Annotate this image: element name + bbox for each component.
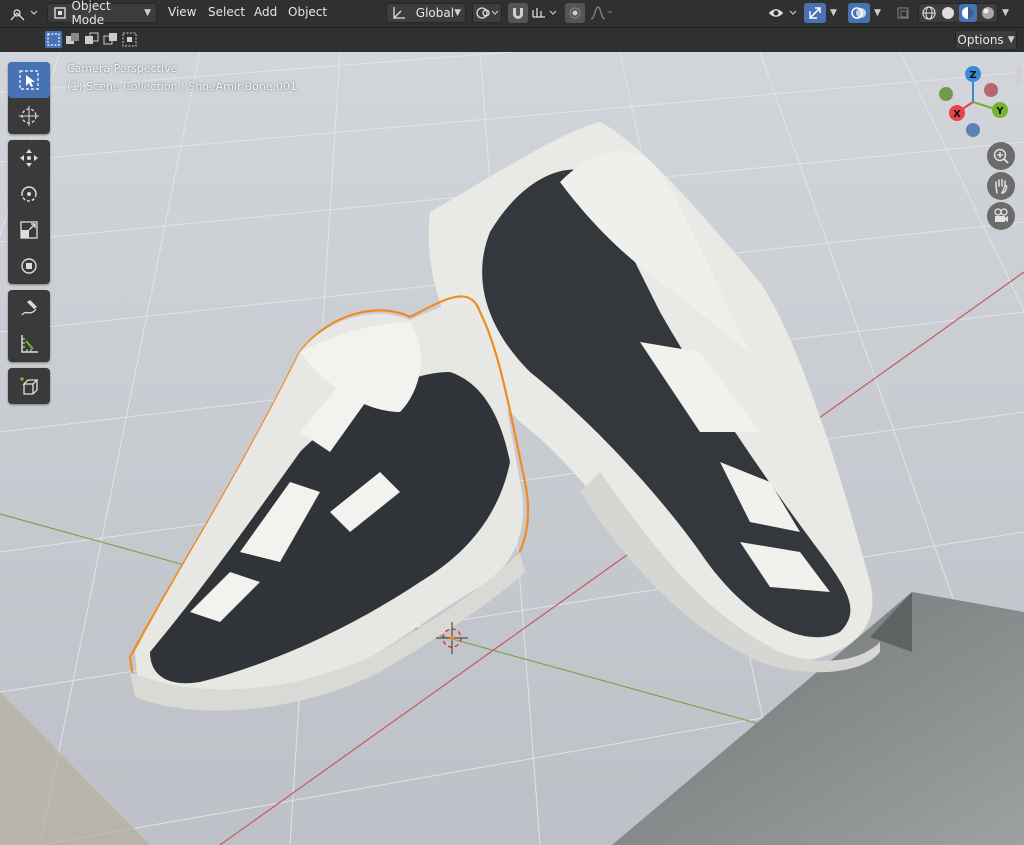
camera-view-button[interactable] xyxy=(987,202,1015,230)
zoom-button[interactable] xyxy=(987,142,1015,170)
menu-view[interactable]: View xyxy=(168,5,196,19)
falloff-curve-icon xyxy=(590,6,613,20)
gizmo-x-label: X xyxy=(953,109,961,120)
scale-icon xyxy=(20,221,38,239)
gizmo-y-label: Y xyxy=(995,106,1004,117)
wireframe-shading-icon[interactable] xyxy=(921,5,937,21)
scene-render xyxy=(0,52,1024,845)
select-intersect-icon[interactable] xyxy=(121,31,138,48)
add-cube-icon xyxy=(20,377,39,395)
gizmo-toggle[interactable] xyxy=(804,3,826,23)
transform-tool-group xyxy=(8,140,50,284)
eye-icon xyxy=(769,9,797,17)
proportional-edit-toggle[interactable] xyxy=(565,3,585,23)
shading-mode-group xyxy=(918,3,998,23)
overlay-circles-icon xyxy=(851,7,866,19)
proportional-edit-icon xyxy=(569,7,581,19)
gizmo-neg-z-handle[interactable] xyxy=(966,123,980,137)
move-icon xyxy=(20,149,38,167)
select-difference-icon[interactable] xyxy=(102,31,119,48)
pivot-point-dropdown[interactable] xyxy=(472,3,502,23)
annotate-icon xyxy=(21,300,37,316)
mode-label: Object Mode xyxy=(71,0,111,27)
selection-mode-group xyxy=(45,31,138,48)
visibility-dropdown[interactable] xyxy=(766,3,800,23)
collection-label: (1) Scene Collection | ShoeAmiriBone.001 xyxy=(67,80,298,93)
options-label: Options xyxy=(957,33,1004,47)
chevron-down-icon[interactable]: ▼ xyxy=(874,8,881,18)
menu-select[interactable]: Select xyxy=(208,5,245,19)
editor-type-button[interactable] xyxy=(4,3,42,23)
options-dropdown[interactable]: Options ▼ xyxy=(955,30,1017,50)
measure-tool[interactable] xyxy=(8,326,50,362)
rotate-tool[interactable] xyxy=(8,176,50,212)
select-subtract-icon[interactable] xyxy=(83,31,100,48)
gizmo-z-label: Z xyxy=(969,70,976,81)
snap-increment-icon xyxy=(532,8,557,18)
object-mode-icon xyxy=(54,7,66,19)
tool-shelf xyxy=(8,62,50,410)
mode-dropdown[interactable]: Object Mode ▼ xyxy=(47,0,157,27)
chevron-down-icon[interactable]: ▼ xyxy=(830,8,837,18)
chevron-down-icon: ▼ xyxy=(454,8,461,18)
transform-icon xyxy=(21,258,37,274)
pan-button[interactable] xyxy=(987,172,1015,200)
add-tool-group xyxy=(8,368,50,404)
transform-tool[interactable] xyxy=(8,248,50,284)
pivot-link-icon xyxy=(476,7,499,19)
orientation-label: Global xyxy=(415,6,455,20)
pan-hand-icon xyxy=(995,178,1008,194)
cursor-tool[interactable] xyxy=(8,98,50,134)
3d-viewport[interactable]: Camera Perspective (1) Scene Collection … xyxy=(0,52,1024,845)
sidebar-toggle[interactable] xyxy=(1016,66,1022,86)
select-box-tool[interactable] xyxy=(8,62,50,98)
viewport-header: Object Mode ▼ View Select Add Object Glo… xyxy=(0,0,1024,28)
camera-label: Camera Perspective xyxy=(67,62,178,75)
navigation-gizmo[interactable]: Z Y X xyxy=(935,64,1015,154)
add-cube-tool[interactable] xyxy=(8,368,50,404)
xray-toggle[interactable] xyxy=(893,3,913,23)
transform-orientation-dropdown[interactable]: Global ▼ xyxy=(386,3,466,23)
orientation-axes-icon xyxy=(393,7,405,19)
rendered-shading-icon[interactable] xyxy=(980,5,996,21)
select-set-icon[interactable] xyxy=(45,31,62,48)
camera-view-icon xyxy=(994,208,1008,222)
editor-type-icon xyxy=(10,9,38,21)
chevron-down-icon: ▼ xyxy=(1007,35,1015,45)
measure-icon xyxy=(21,335,38,353)
gizmo-neg-y-handle[interactable] xyxy=(939,87,953,101)
chevron-down-icon[interactable]: ▼ xyxy=(1002,8,1009,18)
gizmo-neg-x-handle[interactable] xyxy=(984,83,998,97)
select-tool-group xyxy=(8,62,50,134)
move-tool[interactable] xyxy=(8,140,50,176)
annotate-tool[interactable] xyxy=(8,290,50,326)
annotate-tool-group xyxy=(8,290,50,362)
select-extend-icon[interactable] xyxy=(64,31,81,48)
material-preview-shading-icon[interactable] xyxy=(958,4,977,22)
rotate-icon xyxy=(21,186,37,202)
gizmo-arrow-icon xyxy=(809,7,821,19)
solid-shading-icon[interactable] xyxy=(940,5,956,21)
zoom-icon xyxy=(993,148,1009,164)
snap-target-dropdown[interactable] xyxy=(530,3,560,23)
magnet-icon xyxy=(513,8,523,19)
menu-add[interactable]: Add xyxy=(254,5,277,19)
menu-object[interactable]: Object xyxy=(288,5,327,19)
select-box-icon xyxy=(19,70,39,90)
tool-settings-header: Options ▼ xyxy=(0,28,1024,53)
scale-tool[interactable] xyxy=(8,212,50,248)
chevron-down-icon: ▼ xyxy=(144,8,151,18)
falloff-dropdown[interactable] xyxy=(588,3,616,23)
snap-toggle[interactable] xyxy=(508,3,528,23)
overlay-toggle[interactable] xyxy=(848,3,870,23)
xray-icon xyxy=(897,7,909,19)
cursor-icon xyxy=(19,106,39,126)
